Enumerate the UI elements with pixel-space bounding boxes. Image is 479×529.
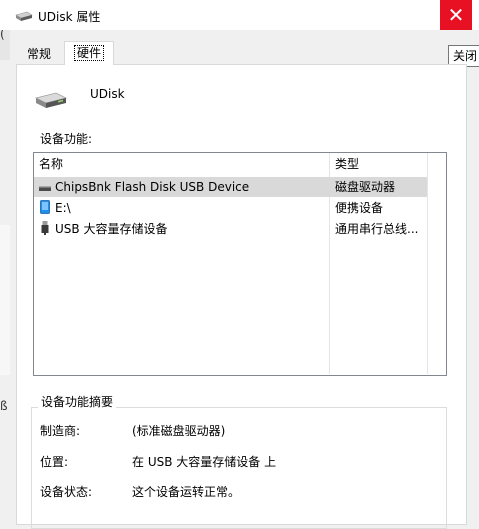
background-window-fragment-lower — [0, 225, 10, 375]
tab-general[interactable]: 常规 — [18, 44, 60, 64]
table-row-type[interactable]: 磁盘驱动器 — [335, 177, 395, 197]
location-label: 位置: — [40, 455, 69, 469]
table-row-name[interactable]: E:\ — [55, 198, 71, 218]
manufacturer-value: (标准磁盘驱动器) — [132, 424, 226, 438]
tab-hardware[interactable]: 硬件 — [64, 41, 114, 65]
table-row-name[interactable]: ChipsBnk Flash Disk USB Device — [55, 177, 249, 197]
window-title: UDisk 属性 — [38, 10, 101, 24]
portable-device-icon — [40, 200, 50, 214]
device-status-label: 设备状态: — [40, 485, 93, 499]
device-name: UDisk — [90, 87, 125, 101]
drive-icon-large — [34, 92, 68, 108]
drive-icon — [15, 11, 33, 21]
table-row-type[interactable]: 便携设备 — [335, 198, 383, 218]
table-row-type[interactable]: 通用串行总线... — [335, 219, 418, 239]
manufacturer-label: 制造商: — [40, 424, 81, 438]
device-functions-label: 设备功能: — [40, 132, 93, 146]
location-value: 在 USB 大容量存储设备 上 — [132, 455, 277, 469]
device-summary-title: 设备功能摘要 — [38, 393, 117, 410]
column-header-type[interactable]: 类型 — [335, 155, 425, 173]
column-header-name[interactable]: 名称 — [39, 155, 324, 173]
usb-icon — [41, 221, 49, 235]
column-separator-end — [427, 153, 428, 374]
tab-hardware-label: 硬件 — [73, 45, 104, 61]
disk-drive-icon — [39, 186, 51, 191]
background-window-text-lower: ß — [0, 399, 8, 413]
device-status-value: 这个设备运转正常。 — [132, 485, 241, 499]
table-row-name[interactable]: USB 大容量存储设备 — [55, 219, 167, 239]
close-button[interactable]: ✕ — [440, 0, 472, 30]
